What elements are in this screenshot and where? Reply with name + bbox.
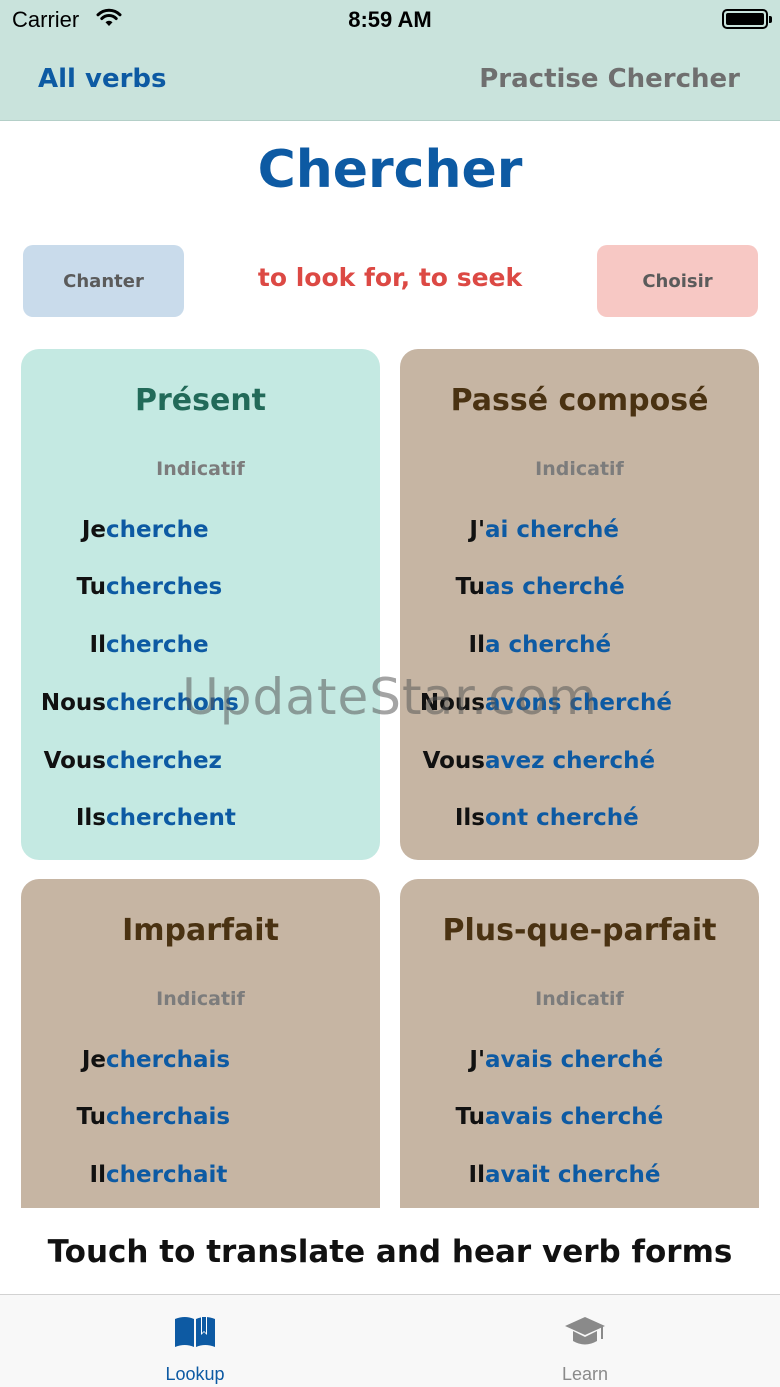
pronoun: Je bbox=[81, 1047, 106, 1073]
pronoun: Je bbox=[81, 517, 106, 543]
pronoun: Ils bbox=[75, 805, 106, 831]
verb-form: as cherché bbox=[485, 574, 625, 600]
pronoun: J' bbox=[469, 517, 485, 543]
mood-label: Indicatif bbox=[535, 988, 624, 1010]
pronoun: Ils bbox=[454, 805, 485, 831]
tense-title: Imparfait bbox=[122, 913, 279, 948]
verb-form: avait cherché bbox=[485, 1162, 661, 1188]
all-verbs-button[interactable]: All verbs bbox=[38, 64, 167, 94]
verb-form: cherchent bbox=[106, 805, 236, 831]
verb-form: avais cherché bbox=[485, 1047, 664, 1073]
verb-form: avez cherché bbox=[485, 748, 656, 774]
next-verb-button[interactable]: Choisir bbox=[597, 245, 758, 317]
verb-form: cherche bbox=[106, 517, 209, 543]
pronoun: Tu bbox=[455, 1104, 485, 1130]
pronoun: J' bbox=[469, 1047, 485, 1073]
mood-label: Indicatif bbox=[156, 458, 245, 480]
graduation-cap-icon bbox=[565, 1317, 605, 1345]
pronoun: Vous bbox=[422, 748, 485, 774]
mood-label: Indicatif bbox=[156, 988, 245, 1010]
tense-title: Plus-que-parfait bbox=[442, 913, 717, 948]
mood-label: Indicatif bbox=[535, 458, 624, 480]
pronoun: Il bbox=[468, 1162, 485, 1188]
battery-icon bbox=[722, 9, 772, 29]
navigation-header: Carrier 8:59 AM All verbs Practise Cherc… bbox=[0, 0, 780, 121]
verb-form: cherche bbox=[106, 632, 209, 658]
verb-form: a cherché bbox=[485, 632, 612, 658]
watermark: UpdateStar.com bbox=[182, 668, 598, 726]
status-bar: Carrier 8:59 AM bbox=[0, 0, 780, 40]
verb-form: cherchez bbox=[106, 748, 222, 774]
pronoun: Tu bbox=[76, 574, 106, 600]
tab-label: Learn bbox=[561, 1364, 609, 1384]
pronoun: Tu bbox=[455, 574, 485, 600]
pronoun: Il bbox=[89, 1162, 106, 1188]
clock: 8:59 AM bbox=[348, 7, 432, 32]
tense-title: Présent bbox=[134, 383, 267, 418]
verb-title[interactable]: Chercher bbox=[0, 140, 780, 200]
pronoun: Vous bbox=[43, 748, 106, 774]
pronoun: Tu bbox=[76, 1104, 106, 1130]
tab-lookup[interactable]: Lookup bbox=[0, 1295, 390, 1387]
tense-title: Passé composé bbox=[450, 383, 709, 418]
tab-learn[interactable]: Learn bbox=[390, 1295, 780, 1387]
practise-button[interactable]: Practise Chercher bbox=[479, 64, 740, 94]
verb-form: avais cherché bbox=[485, 1104, 664, 1130]
tense-card-plus-que-parfait[interactable]: Plus-que-parfait Indicatif J' avais cherc… bbox=[400, 879, 759, 1208]
verb-form: cherches bbox=[106, 574, 223, 600]
verb-form: ai cherché bbox=[485, 517, 619, 543]
tab-label: Lookup bbox=[165, 1364, 225, 1384]
verb-form: cherchait bbox=[106, 1162, 228, 1188]
verb-translation[interactable]: to look for, to seek bbox=[190, 263, 590, 292]
verb-form: cherchais bbox=[106, 1104, 231, 1130]
tense-grid: Présent Indicatif Je cherche Tu cherches I… bbox=[0, 340, 780, 1208]
tense-card-present[interactable]: Présent Indicatif Je cherche Tu cherches I… bbox=[21, 349, 380, 860]
tense-card-imparfait[interactable]: Imparfait Indicatif Je cherchais Tu cherch… bbox=[21, 879, 380, 1208]
verb-form: cherchais bbox=[106, 1047, 231, 1073]
tab-bar: Lookup Learn bbox=[0, 1294, 780, 1387]
pronoun: Il bbox=[89, 632, 106, 658]
hint-text: Touch to translate and hear verb forms bbox=[47, 1234, 733, 1270]
tense-card-passe-compose[interactable]: Passé composé Indicatif J' ai cherché Tu a… bbox=[400, 349, 759, 860]
previous-verb-button[interactable]: Chanter bbox=[23, 245, 184, 317]
pronoun: Il bbox=[468, 632, 485, 658]
book-icon bbox=[175, 1317, 215, 1347]
verb-form: ont cherché bbox=[485, 805, 639, 831]
